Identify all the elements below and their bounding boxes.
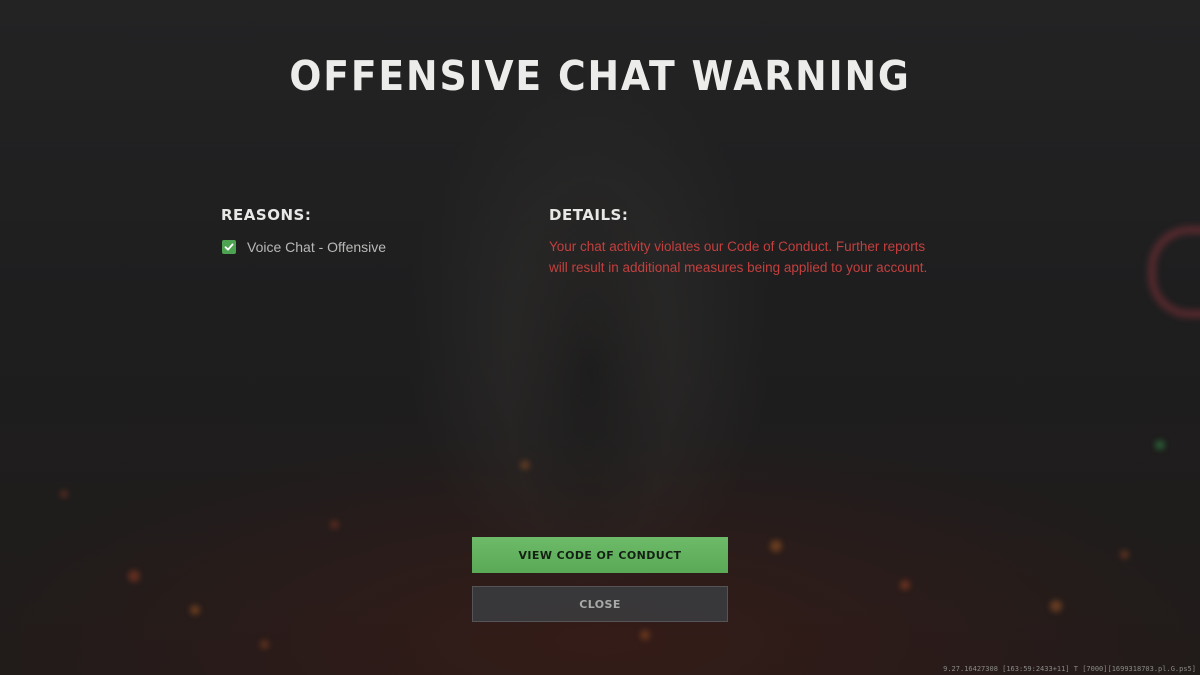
page-title: OFFENSIVE CHAT WARNING (289, 52, 911, 100)
details-heading: DETAILS: (549, 206, 629, 224)
warning-screen: OFFENSIVE CHAT WARNING REASONS: Voice Ch… (0, 0, 1200, 675)
background-neon-sign (1150, 228, 1200, 316)
checkmark-icon (222, 240, 236, 254)
view-code-of-conduct-button[interactable]: VIEW CODE OF CONDUCT (472, 537, 728, 573)
close-button[interactable]: CLOSE (472, 586, 728, 622)
reason-label: Voice Chat - Offensive (247, 239, 387, 255)
build-info: 9.27.16427308 [163:59:2433+11] T [7000][… (943, 665, 1196, 673)
reasons-heading: REASONS: (221, 206, 312, 224)
details-text: Your chat activity violates our Code of … (549, 239, 928, 275)
reason-item: Voice Chat - Offensive (222, 239, 386, 255)
